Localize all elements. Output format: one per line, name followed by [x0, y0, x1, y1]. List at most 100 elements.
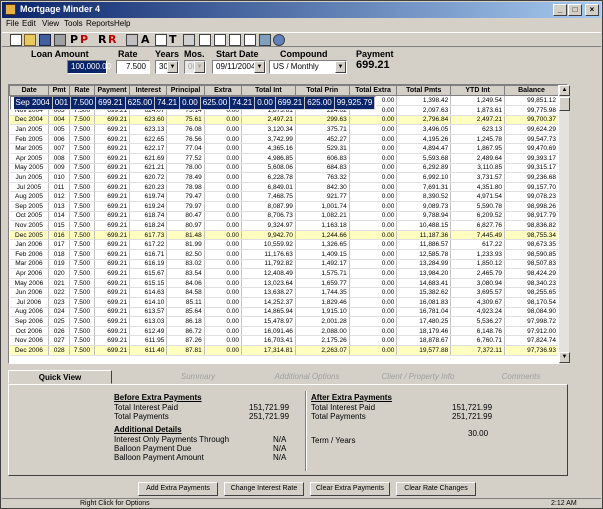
- column-header[interactable]: Total Pmts: [396, 85, 452, 96]
- column-header[interactable]: Date: [9, 85, 50, 96]
- table-row[interactable]: Apr 2006 020 7.500 699.21 615.67 83.54 0.00 12,…: [9, 268, 559, 279]
- table-cell: Jan 2005: [9, 124, 50, 135]
- column-header[interactable]: Rate: [69, 85, 95, 96]
- table-row[interactable]: Dec 2004 004 7.500 699.21 623.60 75.61 0.00 2,4…: [9, 115, 559, 126]
- menu-reports[interactable]: Reports: [86, 19, 114, 28]
- vertical-scrollbar[interactable]: ▲ ▼: [558, 85, 570, 364]
- table-row[interactable]: May 2006 021 7.500 699.21 615.15 84.06 0.00 13,…: [9, 278, 559, 289]
- table-row[interactable]: Oct 2005 014 7.500 699.21 618.74 80.47 0.00 8,7…: [9, 211, 559, 222]
- table-row[interactable]: Sep 2006 025 7.500 699.21 613.03 86.18 0.00 15,…: [9, 316, 559, 327]
- scroll-up-icon[interactable]: ▲: [559, 85, 570, 96]
- table-row[interactable]: Dec 2005 016 7.500 699.21 617.73 81.48 0.00 9,9…: [9, 230, 559, 241]
- tab-comments[interactable]: Comments: [486, 370, 556, 384]
- amortization-table[interactable]: Date Pmt Rate Payment Interest Principal Extra…: [8, 84, 568, 364]
- menu-file[interactable]: File: [6, 19, 19, 28]
- table-row[interactable]: Nov 2006 027 7.500 699.21 611.95 87.26 0.00 16,…: [9, 335, 559, 346]
- calculator-icon[interactable]: [259, 34, 271, 46]
- tab-client-property-info[interactable]: Client / Property Info: [366, 370, 470, 384]
- table-row[interactable]: Sep 2005 013 7.500 699.21 619.24 79.97 0.00 8,0…: [9, 201, 559, 212]
- print-p-icon[interactable]: P: [70, 33, 78, 46]
- table-row[interactable]: Jul 2005 011 7.500 699.21 620.23 78.98 0.00 6,8…: [9, 182, 559, 193]
- print-icon[interactable]: [54, 34, 66, 46]
- close-button[interactable]: ×: [585, 4, 599, 16]
- table-row[interactable]: Aug 2006 024 7.500 699.21 613.57 85.64 0.00 14,…: [9, 307, 559, 318]
- minimize-button[interactable]: _: [553, 4, 567, 16]
- table-row[interactable]: Feb 2005 006 7.500 699.21 622.65 76.56 0.00 3,7…: [9, 134, 559, 145]
- column-header[interactable]: Total Extra: [348, 85, 398, 96]
- table-row[interactable]: Sep 2004 001 7.500 699.21 625.00 74.21 0.00 625…: [9, 96, 377, 110]
- clear-rate-changes-button[interactable]: Clear Rate Changes: [396, 482, 476, 496]
- chevron-down-icon[interactable]: ▼: [254, 61, 265, 73]
- table-row[interactable]: May 2005 009 7.500 699.21 621.21 78.00 0.00 5,6…: [9, 163, 559, 174]
- compound-select[interactable]: US / Monthly ▼: [269, 60, 347, 74]
- column-header[interactable]: Extra: [203, 85, 242, 96]
- tab-quick-view[interactable]: Quick View: [8, 370, 112, 384]
- years-select[interactable]: 30 ▼: [155, 60, 179, 74]
- table-cell: 617.73: [129, 230, 168, 241]
- clear-extra-payments-button[interactable]: Clear Extra Payments: [310, 482, 390, 496]
- table-row[interactable]: Feb 2006 018 7.500 699.21 616.71 82.50 0.00 11,…: [9, 249, 559, 260]
- columns-icon[interactable]: [229, 34, 241, 46]
- table-row[interactable]: Jun 2006 022 7.500 699.21 614.63 84.58 0.00 13,…: [9, 287, 559, 298]
- help-icon[interactable]: [273, 34, 285, 46]
- scroll-down-icon[interactable]: ▼: [559, 352, 570, 363]
- tab-additional-options[interactable]: Additional Options: [262, 370, 352, 384]
- grid-icon[interactable]: [183, 34, 195, 46]
- add-extra-payments-button[interactable]: Add Extra Payments: [138, 482, 218, 496]
- table-cell: 7.500: [69, 211, 95, 222]
- print-p-red-icon[interactable]: P: [80, 33, 88, 46]
- table-row[interactable]: Mar 2006 019 7.500 699.21 616.19 83.02 0.00 11,…: [9, 259, 559, 270]
- text-t-icon[interactable]: T: [169, 33, 177, 46]
- chevron-down-icon[interactable]: ▼: [335, 61, 346, 73]
- font-a-icon[interactable]: A: [141, 33, 150, 46]
- menu-bar: File Edit View Tools Reports Help: [2, 18, 601, 31]
- column-header[interactable]: Balance: [504, 85, 559, 96]
- mos-select[interactable]: 00 ▼: [184, 60, 206, 74]
- maximize-button[interactable]: □: [568, 4, 582, 16]
- loan-amount-field[interactable]: 100,000.00: [67, 60, 111, 74]
- table-row[interactable]: Jun 2005 010 7.500 699.21 620.72 78.49 0.00 6,2…: [9, 172, 559, 183]
- new-file-icon[interactable]: [10, 34, 22, 46]
- change-interest-rate-button[interactable]: Change Interest Rate: [224, 482, 304, 496]
- list-view-icon[interactable]: [214, 34, 226, 46]
- report-r-icon[interactable]: R: [98, 33, 106, 46]
- column-header[interactable]: YTD Int: [450, 85, 506, 96]
- tab-summary[interactable]: Summary: [158, 370, 238, 384]
- chevron-down-icon[interactable]: ▼: [194, 61, 205, 73]
- rate-field[interactable]: 7.500: [116, 60, 150, 74]
- table-cell: Oct 2005: [9, 211, 50, 222]
- report-r-red-icon[interactable]: R: [108, 33, 116, 46]
- chevron-down-icon[interactable]: ▼: [167, 61, 178, 73]
- column-header[interactable]: Total Prin: [294, 85, 350, 96]
- table-cell: Oct 2006: [9, 326, 50, 337]
- table-view-icon[interactable]: [199, 34, 211, 46]
- table-row[interactable]: Dec 2006 028 7.500 699.21 611.40 87.81 0.00 17,…: [9, 345, 559, 356]
- table-row[interactable]: Jan 2006 017 7.500 699.21 617.22 81.99 0.00 10,…: [9, 239, 559, 250]
- chart-icon[interactable]: [244, 34, 256, 46]
- image-icon[interactable]: [126, 34, 138, 46]
- column-header[interactable]: Principal: [166, 85, 205, 96]
- save-icon[interactable]: [39, 34, 51, 46]
- start-date-picker[interactable]: 09/11/2004 ▼: [212, 60, 266, 74]
- table-row[interactable]: Nov 2005 015 7.500 699.21 618.24 80.97 0.00 9,3…: [9, 220, 559, 231]
- table-cell: 98,084.90: [504, 307, 559, 318]
- column-header[interactable]: Total Int: [240, 85, 296, 96]
- column-header[interactable]: Interest: [129, 85, 168, 96]
- table-row[interactable]: Jul 2006 023 7.500 699.21 614.10 85.11 0.00 14,…: [9, 297, 559, 308]
- menu-tools[interactable]: Tools: [64, 19, 83, 28]
- menu-view[interactable]: View: [42, 19, 59, 28]
- column-header[interactable]: Payment: [93, 85, 131, 96]
- menu-help[interactable]: Help: [114, 19, 130, 28]
- menu-edit[interactable]: Edit: [22, 19, 36, 28]
- table-cell: 12,585.78: [396, 249, 452, 260]
- table-row[interactable]: Aug 2005 012 7.500 699.21 619.74 79.47 0.00 7,4…: [9, 191, 559, 203]
- table-row[interactable]: Jan 2005 005 7.500 699.21 623.13 76.08 0.00 3,1…: [9, 124, 559, 135]
- table-cell: 299.63: [295, 115, 350, 126]
- table-row[interactable]: Oct 2006 026 7.500 699.21 612.49 86.72 0.00 16,…: [9, 326, 559, 337]
- column-header[interactable]: Pmt: [48, 85, 71, 96]
- scroll-thumb[interactable]: [559, 97, 570, 111]
- table-row[interactable]: Mar 2005 007 7.500 699.21 622.17 77.04 0.00 4,3…: [9, 143, 559, 155]
- table-row[interactable]: Apr 2005 008 7.500 699.21 621.69 77.52 0.00 4,9…: [9, 153, 559, 164]
- page-icon[interactable]: [155, 34, 167, 46]
- open-folder-icon[interactable]: [24, 34, 36, 46]
